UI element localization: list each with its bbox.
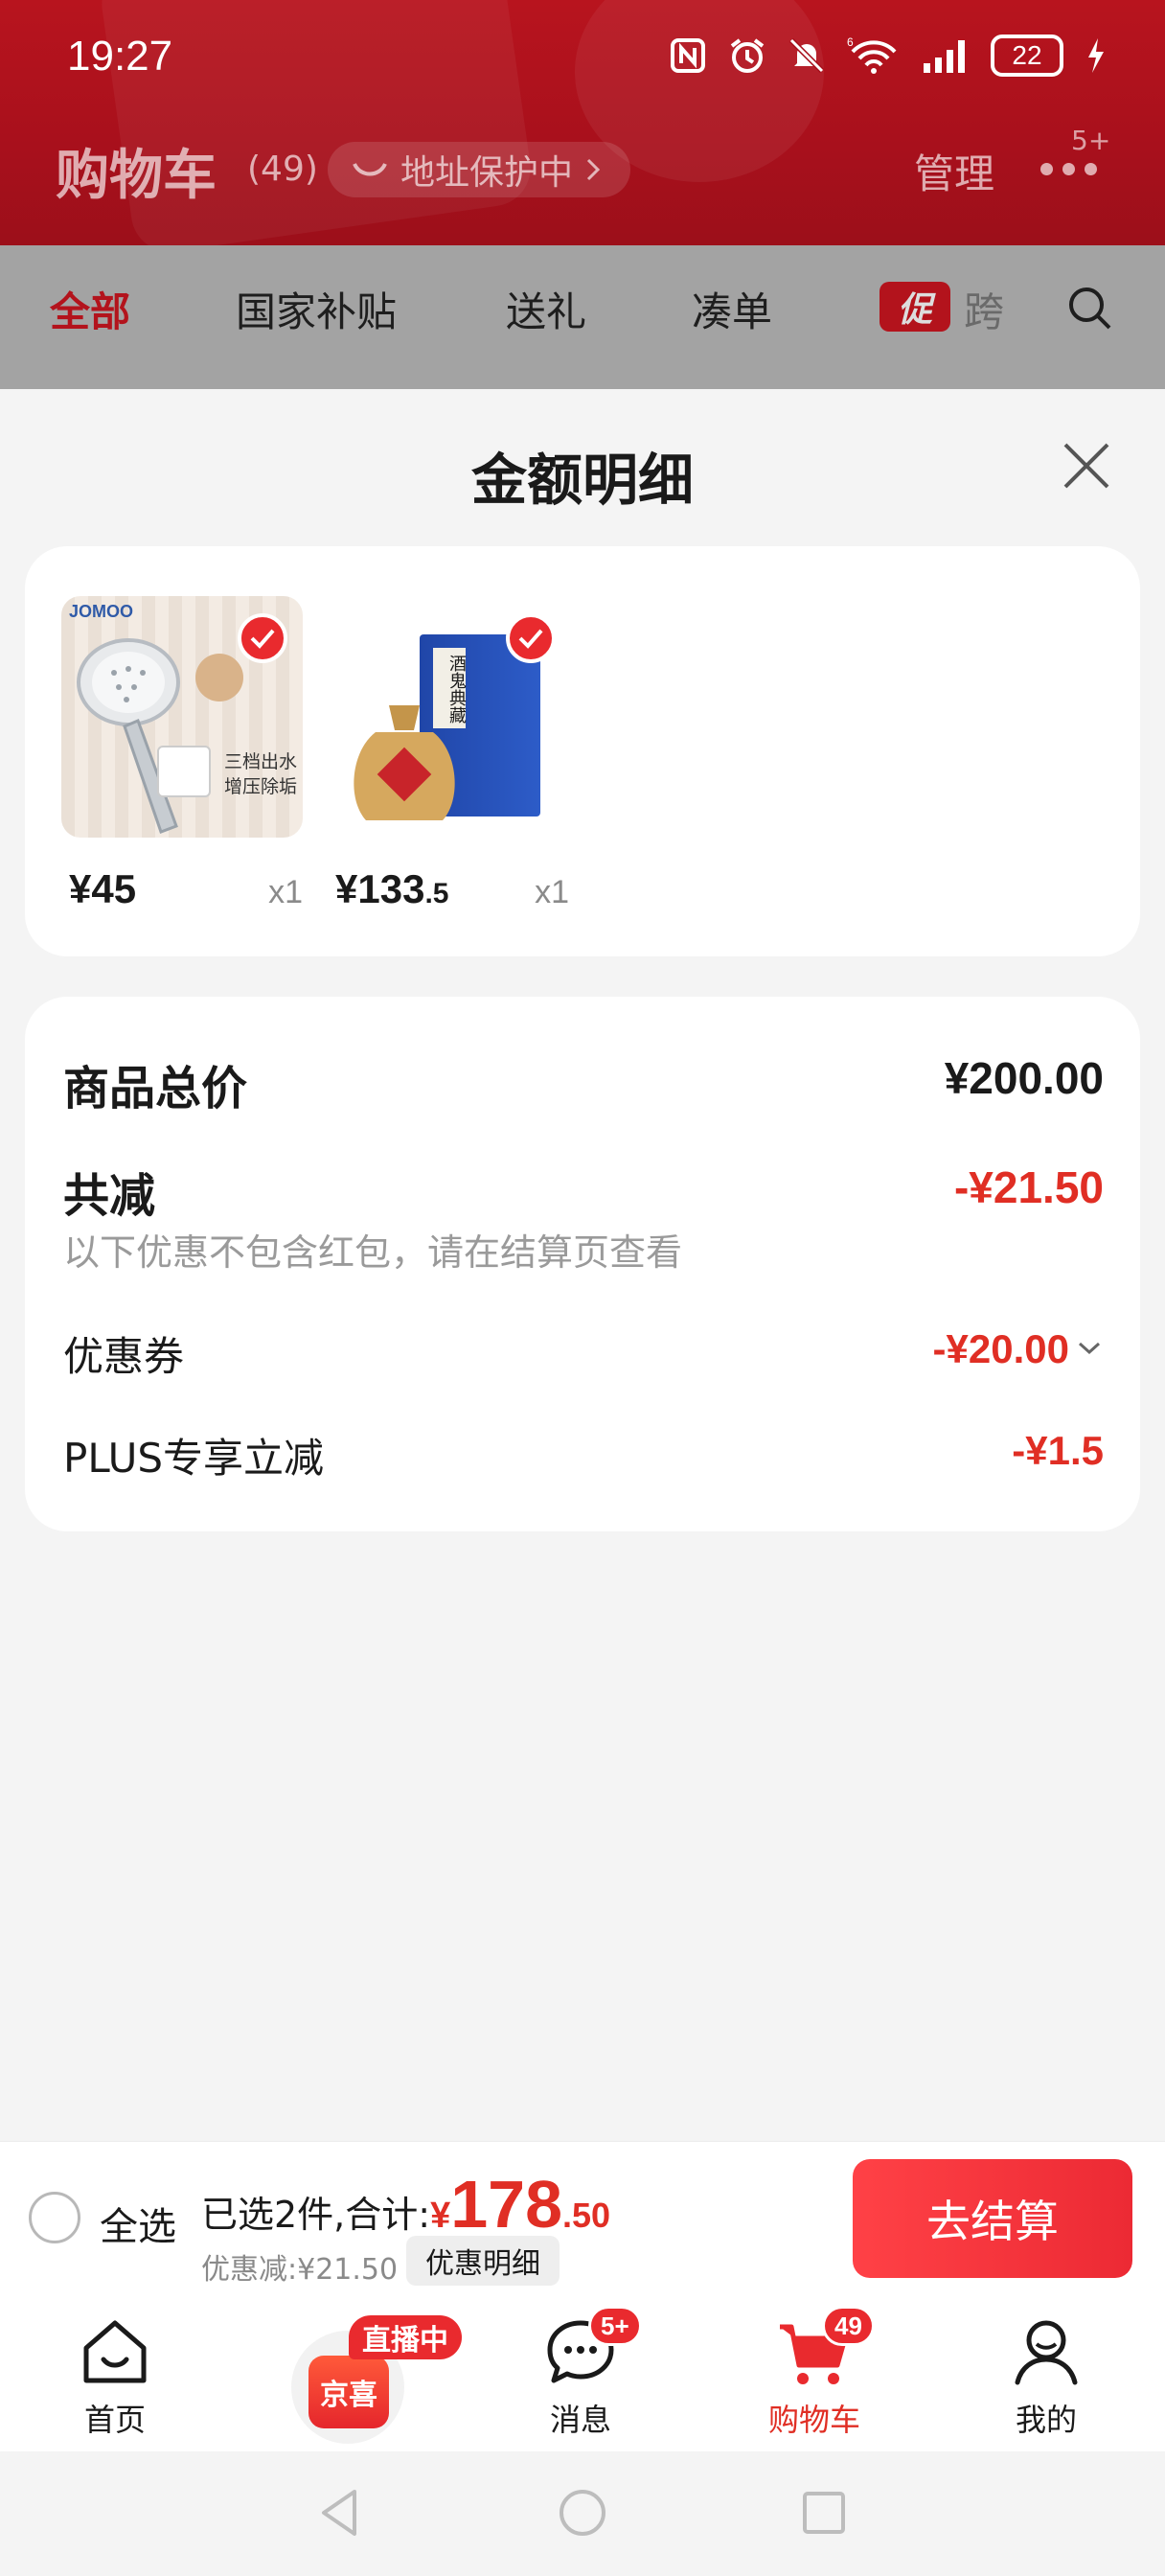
cart-count: (49) — [247, 150, 318, 189]
recent-apps-icon[interactable] — [795, 2484, 853, 2542]
total-price-value: ¥200.00 — [944, 1053, 1104, 1103]
more-badge: 5+ — [1071, 125, 1111, 156]
product-price: ¥45 — [69, 866, 137, 911]
nav-mine-label: 我的 — [1015, 2402, 1077, 2438]
cart-badge: 49 — [822, 2306, 875, 2346]
total-decimal: .50 — [562, 2196, 611, 2235]
currency-symbol: ¥ — [430, 2196, 451, 2236]
product-item[interactable]: 酒鬼典藏 ¥133.5 x1 — [328, 596, 569, 911]
hose-thumbnail — [157, 746, 211, 797]
coupon-label: 优惠券 — [63, 1333, 185, 1380]
status-icons: 6 22 — [669, 34, 1108, 77]
nav-messages-label: 消息 — [549, 2402, 611, 2438]
system-navigation — [0, 2451, 1165, 2576]
product-image-liquor: 酒鬼典藏 — [328, 596, 569, 838]
signal-icon — [922, 36, 970, 75]
back-icon[interactable] — [312, 2484, 370, 2542]
wifi-icon: 6 — [847, 36, 901, 75]
tab-gift[interactable]: 送礼 — [506, 280, 586, 338]
alarm-icon — [728, 36, 766, 75]
nfc-icon — [669, 36, 707, 75]
reduction-label: 共减 — [63, 1169, 156, 1223]
manage-button[interactable]: 管理 — [914, 142, 994, 200]
mute-icon — [788, 36, 826, 75]
selected-count-text: 已选2件,合计: — [201, 2194, 431, 2236]
checkout-bar: 全选 已选2件,合计: ¥ 178 .50 优惠减:¥21.50 优惠明细 去结… — [0, 2141, 1165, 2296]
select-all-radio[interactable] — [29, 2192, 80, 2243]
address-protect-label: 地址保护中 — [400, 153, 574, 193]
product-brand: JOMOO — [69, 602, 134, 621]
checkout-button[interactable]: 去结算 — [853, 2159, 1132, 2278]
product-quantity: x1 — [535, 874, 569, 910]
address-protect-pill[interactable]: 地址保护中 — [328, 142, 631, 197]
product-caption: 增压除垢 — [224, 776, 298, 797]
discount-text: 优惠减:¥21.50 — [201, 2253, 399, 2287]
page-title: 购物车 — [56, 145, 217, 207]
status-time: 19:27 — [67, 33, 173, 80]
plus-reduction-label: PLUS专享立减 — [63, 1435, 325, 1482]
home-circle-icon[interactable] — [554, 2484, 611, 2542]
product-image-shower-head: JOMOO 三档出水 增压除垢 — [61, 596, 303, 838]
home-icon — [77, 2313, 153, 2390]
product-caption: 三档出水 — [224, 751, 298, 772]
charging-icon — [1085, 36, 1108, 75]
selected-total: 已选2件,合计: ¥ 178 .50 — [201, 2171, 610, 2238]
product-item[interactable]: JOMOO 三档出水 增压除垢 ¥45 x1 — [61, 596, 303, 911]
liquor-bottle-icon — [354, 705, 455, 820]
products-card: JOMOO 三档出水 增压除垢 ¥45 x1 酒鬼典藏 ¥133.5 x1 — [25, 546, 1140, 956]
total-integer: 178 — [450, 2167, 562, 2242]
messages-badge: 5+ — [588, 2306, 642, 2346]
amount-detail-sheet: 金额明细 JOMOO 三档出水 增压除垢 ¥45 x1 酒鬼典藏 ¥133.5 … — [0, 389, 1165, 2141]
live-bag-icon: 京喜 — [308, 2356, 389, 2428]
reduction-value: -¥21.50 — [953, 1162, 1104, 1212]
search-icon[interactable] — [1065, 284, 1115, 337]
live-badge: 直播中 — [349, 2315, 462, 2359]
shower-head-icon — [77, 638, 180, 834]
promo-badge[interactable]: 促 — [879, 282, 950, 332]
select-all-label[interactable]: 全选 — [100, 2196, 176, 2251]
chevron-down-icon[interactable] — [1077, 1340, 1102, 1361]
chevron-right-icon — [586, 158, 601, 181]
status-bar: 19:27 6 22 — [0, 0, 1165, 115]
total-price-label: 商品总价 — [63, 1062, 248, 1116]
close-icon[interactable] — [1060, 439, 1113, 493]
plus-reduction-value: -¥1.5 — [1012, 1428, 1104, 1473]
nav-cart[interactable]: 49 购物车 — [719, 2296, 910, 2451]
battery-indicator: 22 — [991, 34, 1063, 77]
nav-live[interactable]: 京喜 直播中 — [287, 2315, 462, 2444]
selected-check-icon[interactable] — [506, 613, 556, 663]
user-icon — [1008, 2313, 1085, 2390]
nav-home-label: 首页 — [83, 2402, 146, 2438]
message-icon: 5+ — [542, 2306, 642, 2390]
selected-check-icon[interactable] — [238, 613, 287, 663]
cart-icon: 49 — [776, 2306, 875, 2390]
smile-icon — [353, 162, 387, 176]
amount-detail-card: 商品总价 ¥200.00 共减 -¥21.50 以下优惠不包含红包，请在结算页查… — [25, 997, 1140, 1531]
bottom-nav: 首页 京喜 直播中 5+ 消息 49 购物车 我的 — [0, 2296, 1165, 2451]
svg-text:6: 6 — [847, 36, 854, 49]
more-button[interactable] — [1040, 163, 1097, 175]
tab-cross-store[interactable]: 跨 — [964, 280, 1004, 338]
tab-national-subsidy[interactable]: 国家补贴 — [236, 280, 397, 338]
nav-cart-label: 购物车 — [767, 2402, 860, 2438]
coupon-value[interactable]: -¥20.00 — [933, 1326, 1069, 1372]
nav-messages[interactable]: 5+ 消息 — [485, 2296, 676, 2451]
product-quantity: x1 — [268, 874, 303, 910]
reduction-note: 以下优惠不包含红包，请在结算页查看 — [63, 1231, 683, 1274]
nav-home[interactable]: 首页 — [19, 2296, 211, 2451]
tab-add-on[interactable]: 凑单 — [692, 280, 772, 338]
sheet-title: 金额明细 — [470, 448, 694, 513]
nav-mine[interactable]: 我的 — [950, 2296, 1142, 2451]
discount-detail-button[interactable]: 优惠明细 — [406, 2236, 560, 2286]
product-price: ¥133.5 — [335, 866, 449, 911]
tab-all[interactable]: 全部 — [50, 280, 130, 338]
